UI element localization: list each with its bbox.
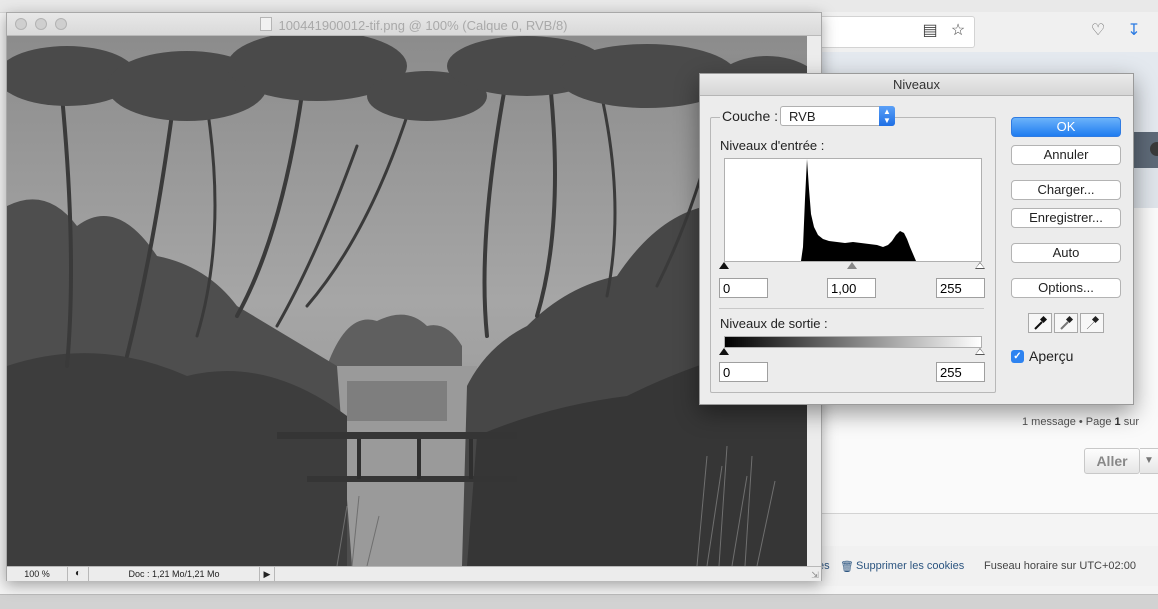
input-levels-label: Niveaux d'entrée : [720, 138, 825, 153]
levels-dialog: Niveaux Couche : RVB ▲ ▼ Niveaux d'entrée… [699, 73, 1134, 405]
document-title-label: 100441900012-tif.png @ 100% (Calque 0, R… [278, 18, 568, 33]
output-black-field[interactable] [719, 362, 768, 382]
input-black-field[interactable] [719, 278, 768, 298]
pagination-suffix: sur [1120, 416, 1139, 428]
bookmark-star-icon[interactable]: ☆ [948, 21, 968, 41]
output-white-slider-fill [976, 349, 984, 354]
document-titlebar[interactable]: 100441900012-tif.png @ 100% (Calque 0, R… [7, 13, 821, 36]
options-button[interactable]: Options... [1011, 278, 1121, 298]
document-status-bar: 100 % ◐ Doc : 1,21 Mo/1,21 Mo ▶ ⇲ [7, 566, 821, 581]
output-levels-slider[interactable] [719, 348, 985, 358]
browser-toolbar: ▤ ☆ ♡ ↧ [820, 12, 1158, 53]
save-button[interactable]: Enregistrer... [1011, 208, 1121, 228]
preview-label[interactable]: Aperçu [1029, 348, 1073, 364]
file-icon [260, 17, 273, 31]
input-white-field[interactable] [936, 278, 985, 298]
pocket-icon[interactable]: ♡ [1088, 21, 1108, 41]
white-eyedropper-icon [1086, 315, 1100, 330]
histogram [724, 158, 982, 262]
chevron-down-icon[interactable]: ▼ [1140, 448, 1158, 474]
footer-divider [820, 513, 1158, 514]
delete-cookies-link[interactable]: Supprimer les cookies [856, 560, 964, 572]
section-separator [719, 308, 984, 309]
url-bar[interactable]: ▤ ☆ [820, 16, 975, 48]
status-options-icon[interactable]: ◐ [68, 567, 89, 581]
reader-view-icon[interactable]: ▤ [920, 21, 940, 41]
aller-button[interactable]: Aller [1084, 448, 1140, 474]
input-white-slider-fill [976, 263, 984, 268]
input-levels-slider[interactable] [719, 262, 985, 272]
trash-icon: 🗑 [840, 561, 854, 573]
pagination: 1 message • Page 1 sur [1022, 416, 1139, 428]
channel-select-value: RVB [789, 109, 816, 124]
document-size-info: Doc : 1,21 Mo/1,21 Mo [89, 567, 260, 581]
input-black-slider-handle[interactable] [719, 262, 729, 269]
dialog-title[interactable]: Niveaux [700, 74, 1133, 96]
resize-grip-icon[interactable]: ⇲ [809, 569, 821, 581]
black-eyedropper-button[interactable] [1028, 313, 1052, 333]
image-canvas[interactable] [7, 36, 807, 566]
preview-checkbox[interactable]: ✓ [1011, 350, 1024, 363]
output-black-slider-handle[interactable] [719, 348, 729, 355]
black-eyedropper-icon [1034, 315, 1048, 330]
output-gradient-bar [724, 336, 982, 348]
cancel-button[interactable]: Annuler [1011, 145, 1121, 165]
channel-select[interactable]: RVB ▲ ▼ [780, 106, 895, 126]
load-button[interactable]: Charger... [1011, 180, 1121, 200]
eyedropper-group [1028, 313, 1105, 335]
timezone-text: Fuseau horaire sur UTC+02:00 [984, 560, 1136, 572]
output-levels-label: Niveaux de sortie : [720, 316, 828, 331]
white-eyedropper-button[interactable] [1080, 313, 1104, 333]
auto-button[interactable]: Auto [1011, 243, 1121, 263]
output-white-field[interactable] [936, 362, 985, 382]
document-title: 100441900012-tif.png @ 100% (Calque 0, R… [7, 17, 821, 33]
pagination-prefix: 1 message • Page [1022, 416, 1115, 428]
input-gamma-field[interactable] [827, 278, 876, 298]
status-menu-arrow-icon[interactable]: ▶ [260, 567, 275, 581]
desktop-strip [0, 594, 1158, 609]
histogram-graph [801, 159, 916, 261]
ok-button[interactable]: OK [1011, 117, 1121, 137]
navbar-icon[interactable] [1150, 142, 1158, 156]
landscape-photo [7, 36, 807, 566]
download-icon[interactable]: ↧ [1124, 21, 1144, 41]
gray-eyedropper-icon [1060, 315, 1074, 330]
zoom-level-field[interactable]: 100 % [7, 567, 68, 581]
select-arrows-icon: ▲ ▼ [879, 106, 895, 126]
input-gamma-slider-handle[interactable] [847, 262, 857, 269]
channel-label: Couche : [720, 108, 781, 124]
gray-eyedropper-button[interactable] [1054, 313, 1078, 333]
